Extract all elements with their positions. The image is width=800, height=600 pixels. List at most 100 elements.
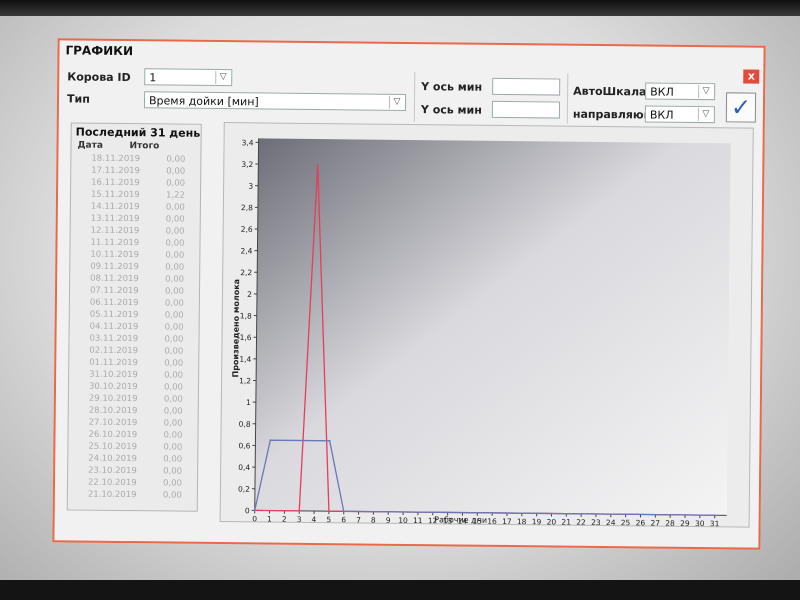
x-tick-label: 4 xyxy=(312,515,317,524)
x-tick-label: 6 xyxy=(341,515,346,524)
y-tick-label: 2,4 xyxy=(240,246,252,255)
y-tick-label: 3 xyxy=(248,182,253,191)
x-tick-label: 26 xyxy=(636,518,646,526)
row-date: 28.10.2019 xyxy=(88,405,138,417)
list-row[interactable]: 21.10.2019 0,00 xyxy=(68,489,197,502)
x-tick-label: 2 xyxy=(282,515,287,524)
y-tick-label: 0 xyxy=(245,506,250,515)
chevron-down-icon: ▽ xyxy=(697,108,713,122)
chevron-down-icon: ▽ xyxy=(388,95,405,109)
row-date: 26.10.2019 xyxy=(88,429,138,441)
confirm-button[interactable]: ✓ xyxy=(725,92,757,123)
column-header-date: Дата xyxy=(77,140,103,151)
chart-frame: 0 0,2 0,4 0,6 0,8 1 1,2 1,4 1,6 1,8 2 2,2 2,4 2,6 2,8 3… xyxy=(219,122,754,528)
row-total: 0,00 xyxy=(166,154,186,165)
x-tick-label: 9 xyxy=(386,516,391,525)
y-tick-label: 2,2 xyxy=(240,268,252,277)
row-total: 0,00 xyxy=(164,310,184,321)
row-date: 14.11.2019 xyxy=(90,201,140,213)
row-date: 01.11.2019 xyxy=(89,357,138,369)
y-tick-label: 0,4 xyxy=(238,463,250,472)
y-tick-label: 3,2 xyxy=(241,160,253,169)
x-tick-label: 29 xyxy=(680,519,690,527)
row-date: 06.11.2019 xyxy=(89,297,139,309)
row-date: 22.10.2019 xyxy=(87,477,137,489)
y-tick-label: 2,6 xyxy=(241,225,253,234)
chevron-down-icon: ▽ xyxy=(215,70,231,85)
row-total: 0,00 xyxy=(166,166,186,177)
auto-scale-value: ВКЛ xyxy=(650,85,674,99)
row-total: 0,00 xyxy=(164,286,185,297)
cow-id-value: 1 xyxy=(149,71,157,85)
direction-value: ВКЛ xyxy=(649,108,674,122)
x-tick-label: 16 xyxy=(487,517,497,526)
row-date: 04.11.2019 xyxy=(89,321,139,333)
list-header: Последний 31 день xyxy=(75,125,201,140)
auto-scale-dropdown[interactable]: ВКЛ ▽ xyxy=(645,82,716,101)
row-total: 0,00 xyxy=(164,298,184,309)
row-date: 13.11.2019 xyxy=(90,213,140,225)
milk-chart: 0 0,2 0,4 0,6 0,8 1 1,2 1,4 1,6 1,8 2 2,2 2,4 2,6 2,8 3… xyxy=(231,138,731,527)
row-date: 08.11.2019 xyxy=(90,273,139,285)
row-total: 0,00 xyxy=(163,382,183,393)
x-tick-label: 10 xyxy=(398,516,408,525)
row-date: 09.11.2019 xyxy=(90,261,139,273)
x-tick-label: 21 xyxy=(561,518,571,527)
row-total: 0,00 xyxy=(162,478,182,489)
history-list-panel: Последний 31 день Дата Итого 18.11.2019 0… xyxy=(66,122,202,512)
row-total: 0,00 xyxy=(163,466,183,477)
x-tick-label: 22 xyxy=(576,518,586,527)
row-total: 0,00 xyxy=(164,334,184,345)
x-tick-label: 7 xyxy=(356,515,361,524)
row-date: 15.11.2019 xyxy=(90,189,140,201)
window-title: ГРАФИКИ xyxy=(65,43,134,59)
x-tick-label: 27 xyxy=(650,519,660,527)
cow-id-dropdown[interactable]: 1 ▽ xyxy=(144,68,233,87)
y-tick-label: 1,6 xyxy=(240,333,252,342)
x-tick-label: 31 xyxy=(710,519,720,526)
cow-id-label: Корова ID xyxy=(67,70,131,85)
graphs-window: ГРАФИКИ x Корова ID 1 ▽ Тип Время дойки … xyxy=(52,38,766,550)
row-total: 1,22 xyxy=(165,190,186,201)
row-total: 0,00 xyxy=(165,226,185,237)
direction-dropdown[interactable]: ВКЛ ▽ xyxy=(644,105,715,124)
x-tick-label: 3 xyxy=(297,515,302,524)
y-axis-min-input[interactable] xyxy=(492,77,561,96)
row-date: 05.11.2019 xyxy=(89,309,139,321)
x-tick-label: 11 xyxy=(413,516,423,525)
y-tick-label: 1,8 xyxy=(240,311,252,320)
row-total: 0,00 xyxy=(162,490,182,501)
x-tick-label: 25 xyxy=(621,518,631,526)
x-tick-label: 8 xyxy=(371,516,376,525)
y-axis-label: Произведено молока xyxy=(231,279,241,378)
auto-scale-label: АвтоШкала xyxy=(573,84,647,99)
x-tick-label: 19 xyxy=(532,517,542,526)
row-date: 31.10.2019 xyxy=(89,369,138,381)
monitor-bezel-bottom xyxy=(0,580,800,600)
title-bar: ГРАФИКИ xyxy=(59,40,763,67)
y-tick-label: 3,4 xyxy=(242,138,254,147)
x-axis-label: Рабочие дни xyxy=(434,515,487,525)
y-tick-label: 1,2 xyxy=(239,376,251,385)
x-tick-label: 5 xyxy=(326,515,331,524)
row-total: 0,00 xyxy=(163,394,183,405)
row-date: 12.11.2019 xyxy=(90,225,140,237)
row-total: 0,00 xyxy=(165,202,185,213)
plot-area xyxy=(254,138,731,516)
row-date: 11.11.2019 xyxy=(90,237,140,249)
row-total: 0,00 xyxy=(164,346,184,357)
type-dropdown[interactable]: Время дойки [мин] ▽ xyxy=(143,91,407,111)
row-date: 02.11.2019 xyxy=(89,345,139,357)
row-date: 30.10.2019 xyxy=(88,381,138,393)
row-date: 07.11.2019 xyxy=(89,285,139,297)
checkmark-icon: ✓ xyxy=(730,93,752,122)
close-button[interactable]: x xyxy=(743,69,760,84)
y-axis-min-label: Y ось мин xyxy=(421,80,483,94)
y-tick-label: 0,6 xyxy=(238,441,250,450)
row-total: 0,00 xyxy=(165,262,185,273)
row-date: 18.11.2019 xyxy=(91,153,141,165)
y-tick-label: 0,8 xyxy=(239,420,251,429)
x-tick-label: 23 xyxy=(591,518,601,527)
y-axis-min-input-2[interactable] xyxy=(491,100,561,119)
row-total: 0,00 xyxy=(163,454,183,465)
